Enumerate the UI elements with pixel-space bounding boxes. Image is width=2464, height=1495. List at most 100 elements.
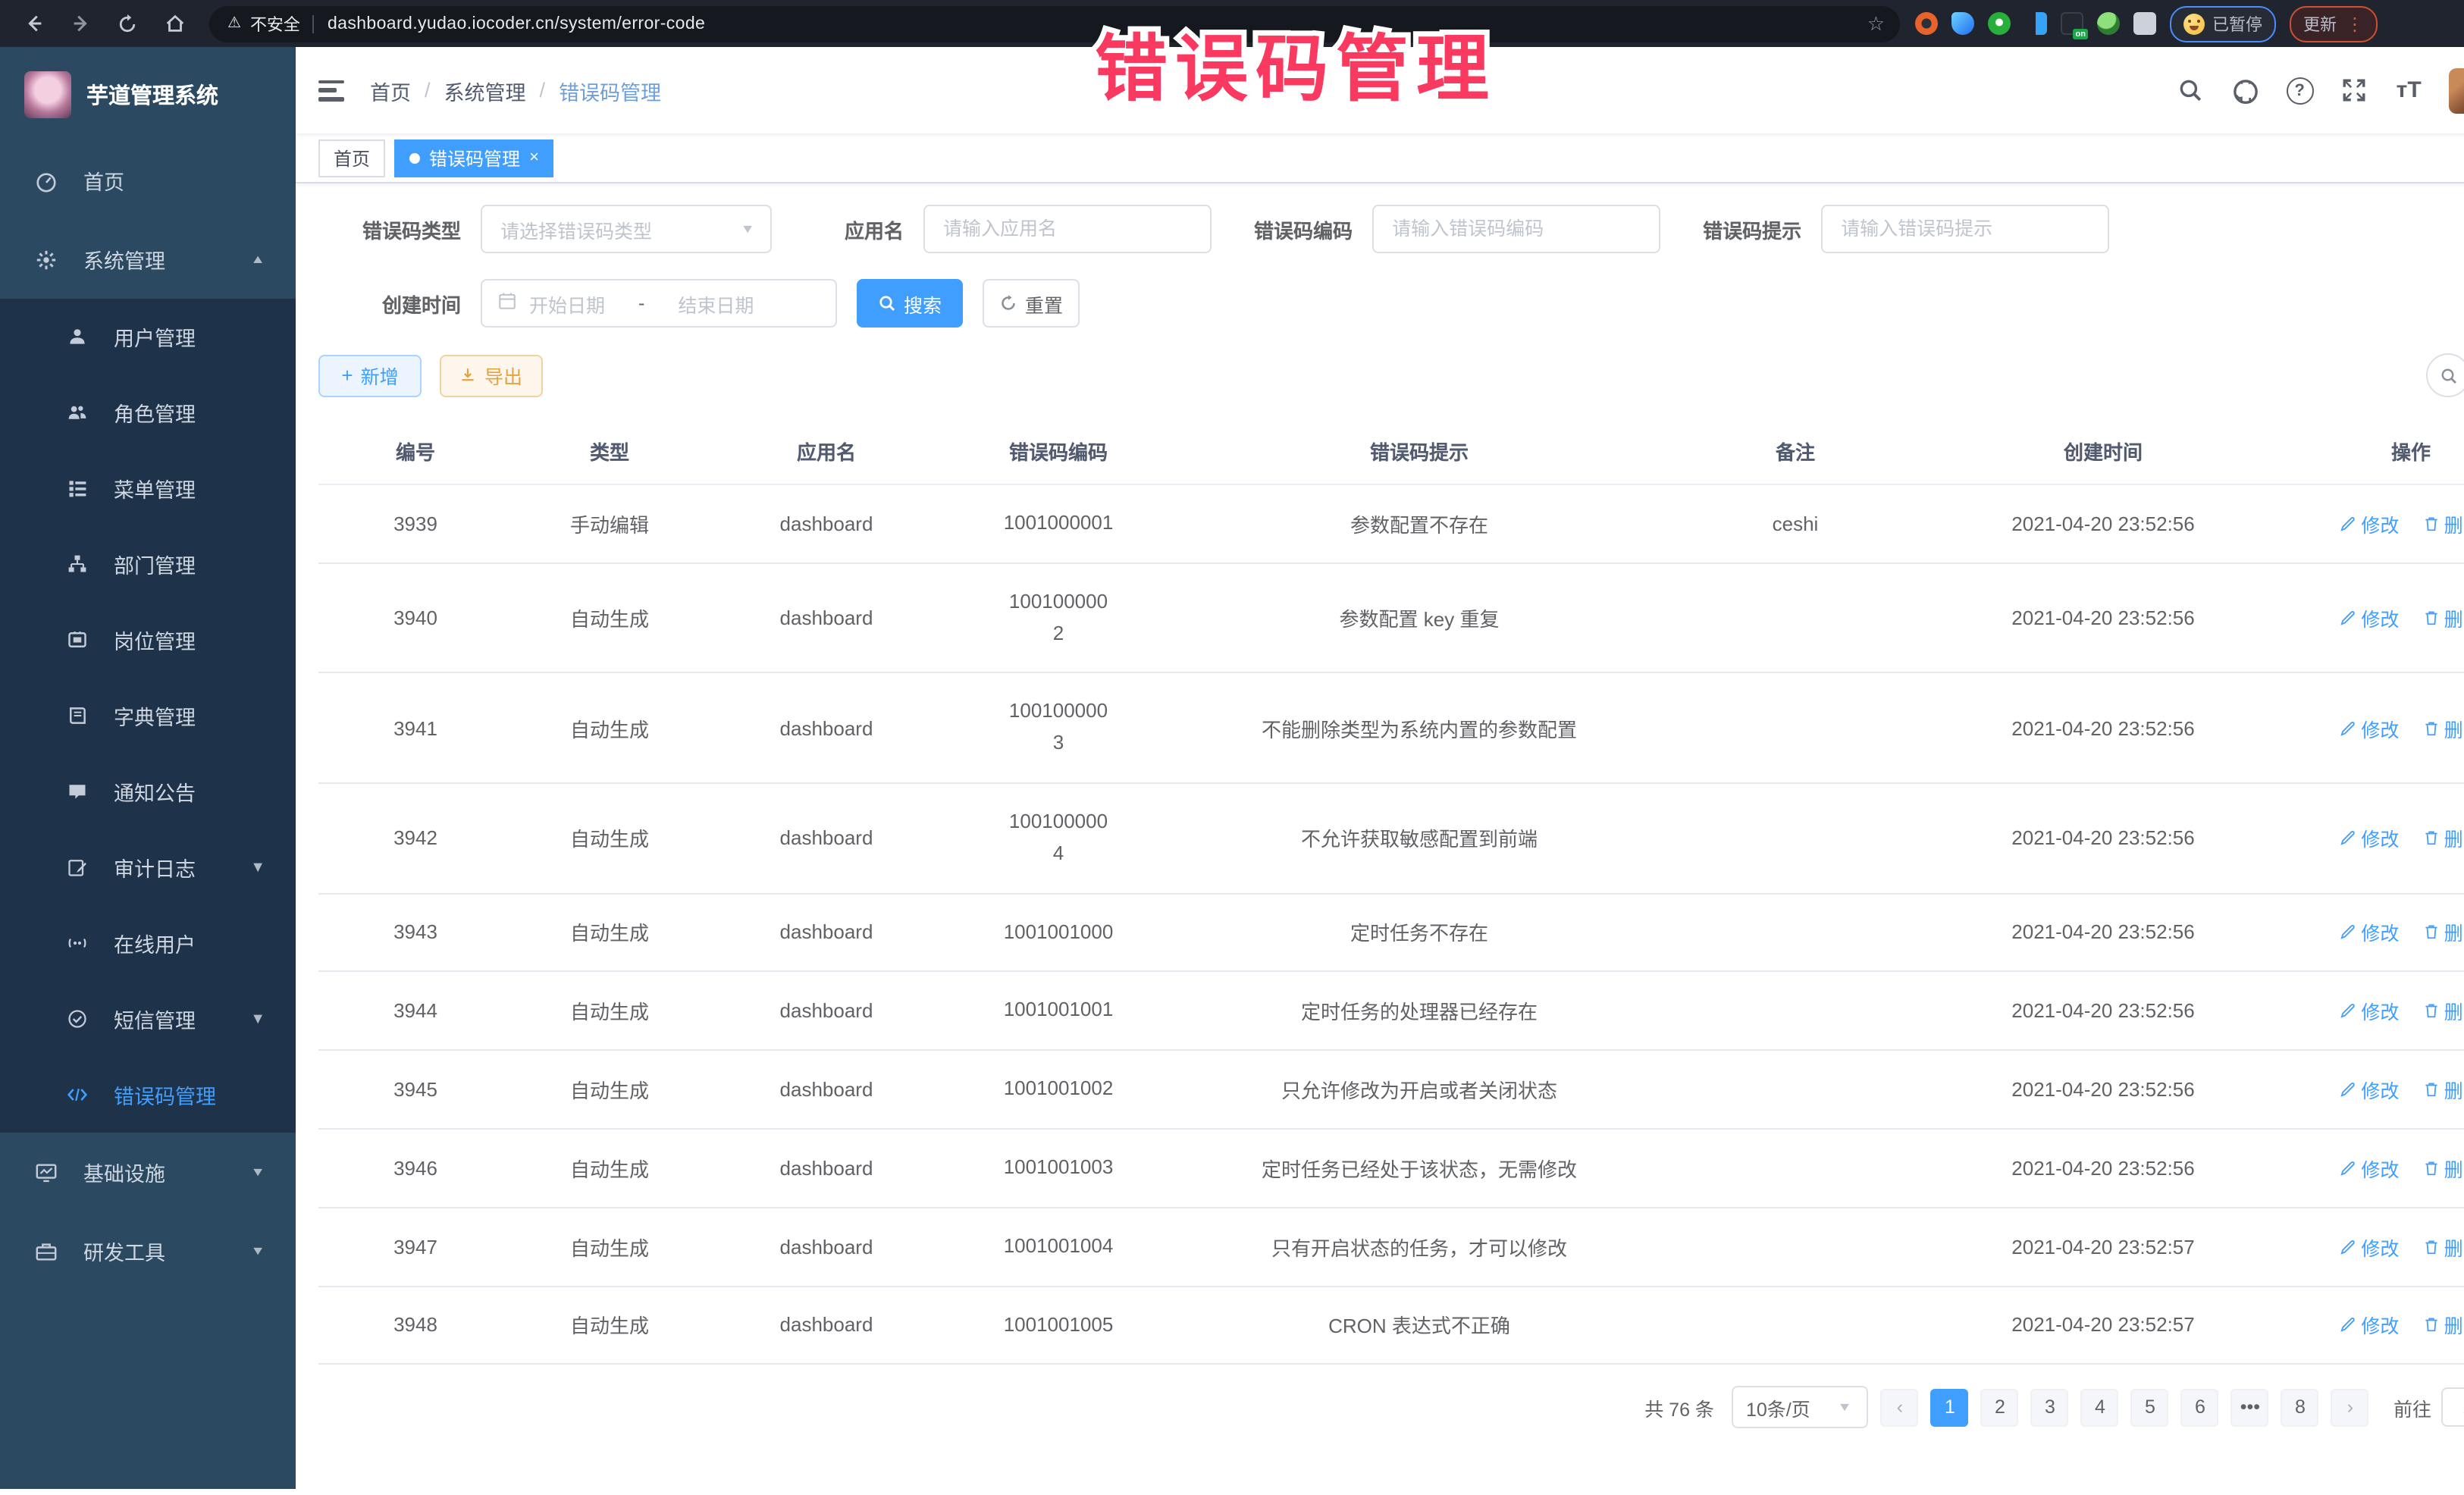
browser-home-icon[interactable] [161,10,188,37]
page-button[interactable]: 3 [2031,1389,2069,1427]
sidebar-item-infrastructure[interactable]: 基础设施 ▼ [0,1133,296,1211]
delete-link[interactable]: 删除 [2423,603,2464,632]
delete-link[interactable]: 删除 [2423,918,2464,947]
sidebar-item-error-codes[interactable]: 错误码管理 [0,1057,296,1133]
sidebar-item-system[interactable]: 系统管理 ▲ [0,220,296,299]
sidebar-item-home[interactable]: 首页 [0,141,296,220]
browser-update-button[interactable]: 更新 ⋮ [2290,5,2378,42]
add-button[interactable]: + 新增 [318,354,422,396]
goto-page-input[interactable] [2442,1388,2464,1428]
edit-link[interactable]: 修改 [2340,1232,2399,1261]
sidebar-item-posts[interactable]: 岗位管理 [0,602,296,678]
delete-link[interactable]: 删除 [2423,713,2464,742]
sidebar-item-audit-log[interactable]: 审计日志 ▼ [0,829,296,905]
address-bar[interactable]: ⚠ 不安全 dashboard.yudao.iocoder.cn/system/… [209,5,1900,42]
trash-icon [2423,719,2440,736]
user-icon [67,326,88,347]
extension-icon[interactable] [2097,12,2120,35]
search-button[interactable]: 搜索 [857,279,963,328]
github-icon[interactable] [2230,76,2259,105]
chevron-up-icon: ▲ [250,252,265,266]
browser-back-icon[interactable] [20,10,47,37]
error-msg-input[interactable] [1823,218,2108,240]
tab-error-codes[interactable]: 错误码管理 × [394,139,554,177]
font-size-icon[interactable]: ᴛT [2394,76,2423,105]
page-button[interactable]: 2 [1981,1389,2019,1427]
delete-link[interactable]: 删除 [2423,1311,2464,1340]
cell-actions: 修改 删除 [2284,673,2464,783]
sidebar-logo-row[interactable]: 芋道管理系统 [0,47,296,141]
page-button[interactable]: 8 [2281,1389,2319,1427]
pencil-icon [2340,1238,2356,1255]
page-button[interactable]: 4 [2081,1389,2119,1427]
fullscreen-icon[interactable] [2340,76,2368,105]
sidebar: 芋道管理系统 首页 系统管理 ▲ 用户管理 角色管理 [0,47,296,1489]
close-icon[interactable]: × [529,149,539,167]
edit-link[interactable]: 修改 [2340,1311,2399,1340]
page-button[interactable]: 5 [2131,1389,2169,1427]
edit-link[interactable]: 修改 [2340,997,2399,1026]
show-search-button[interactable] [2426,353,2464,397]
sidebar-item-dictionary[interactable]: 字典管理 [0,678,296,754]
delete-link[interactable]: 删除 [2423,1154,2464,1183]
more-pages-button[interactable]: ••• [2231,1389,2269,1427]
edit-link[interactable]: 修改 [2340,1075,2399,1104]
edit-link[interactable]: 修改 [2340,713,2399,742]
next-page-button[interactable]: › [2331,1389,2369,1427]
create-time-range-picker[interactable]: 开始日期 - 结束日期 [481,279,837,328]
extension-icon[interactable] [1915,12,1938,35]
error-type-select[interactable]: 请选择错误码类型 ▼ [481,205,772,253]
edit-link[interactable]: 修改 [2340,1154,2399,1183]
app-logo [24,71,71,118]
delete-link[interactable]: 删除 [2423,997,2464,1026]
sidebar-item-departments[interactable]: 部门管理 [0,526,296,602]
tab-label: 错误码管理 [429,145,520,171]
help-icon[interactable]: ? [2285,76,2314,105]
browser-menu-icon[interactable]: ⋮ [2346,14,2364,33]
page-button[interactable]: 1 [1931,1389,1969,1427]
user-avatar[interactable] [2449,67,2464,113]
edit-link[interactable]: 修改 [2340,509,2399,538]
delete-link[interactable]: 删除 [2423,1075,2464,1104]
export-button[interactable]: 导出 [440,354,543,396]
cell-code: 1001001004 [946,1208,1171,1287]
sidebar-item-online-users[interactable]: 在线用户 [0,905,296,981]
sidebar-item-devtools[interactable]: 研发工具 ▼ [0,1211,296,1290]
page-button[interactable]: 6 [2181,1389,2219,1427]
sidebar-toggle-icon[interactable] [318,80,344,101]
reset-button-label: 重置 [1025,289,1063,318]
edit-link[interactable]: 修改 [2340,603,2399,632]
edit-link[interactable]: 修改 [2340,918,2399,947]
prev-page-button[interactable]: ‹ [1881,1389,1919,1427]
browser-reload-icon[interactable] [114,10,141,37]
error-code-input[interactable] [1374,218,1659,240]
cell-actions: 修改 删除 [2284,563,2464,673]
browser-forward-icon[interactable] [67,10,94,37]
app-name-input[interactable] [925,218,1210,240]
extension-icon[interactable] [1988,12,2011,35]
delete-link[interactable]: 删除 [2423,1232,2464,1261]
tab-home[interactable]: 首页 [318,139,385,177]
breadcrumb-home[interactable]: 首页 [370,75,411,105]
cell-code: 100100000 3 [946,673,1171,783]
edit-link[interactable]: 修改 [2340,824,2399,853]
reset-button[interactable]: 重置 [983,279,1080,328]
delete-link[interactable]: 删除 [2423,824,2464,853]
sidebar-item-sms[interactable]: 短信管理 ▼ [0,981,296,1057]
extension-icon[interactable] [1951,12,1974,35]
bookmark-star-icon[interactable]: ☆ [1867,11,1885,36]
sidebar-item-roles[interactable]: 角色管理 [0,375,296,450]
extension-icon[interactable] [2024,12,2047,35]
profile-paused-pill[interactable]: 已暂停 [2170,5,2276,42]
delete-link[interactable]: 删除 [2423,509,2464,538]
screen: ⚠ 不安全 dashboard.yudao.iocoder.cn/system/… [0,0,2464,1489]
breadcrumb-system[interactable]: 系统管理 [444,75,526,105]
sidebar-item-announcements[interactable]: 通知公告 [0,754,296,829]
extension-icon[interactable]: on [2061,12,2083,35]
extensions-puzzle-icon[interactable] [2133,12,2156,35]
sidebar-item-menus[interactable]: 菜单管理 [0,450,296,526]
search-icon[interactable] [2176,76,2205,105]
sidebar-item-users[interactable]: 用户管理 [0,299,296,375]
page-size-select[interactable]: 10条/页 ▼ [1732,1387,1869,1429]
security-warning-icon: ⚠ [227,15,241,32]
